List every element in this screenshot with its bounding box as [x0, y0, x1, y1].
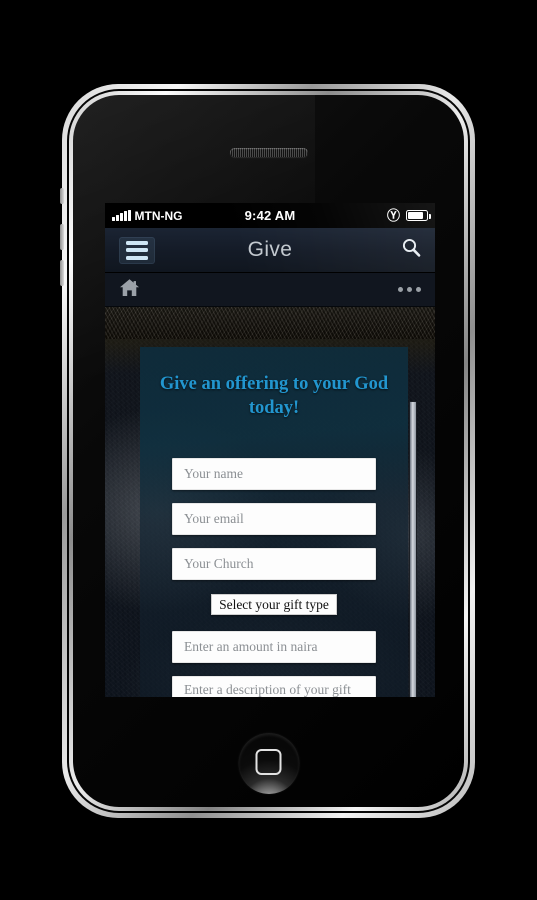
status-bar-right: Ⓨ: [270, 208, 431, 223]
silent-switch[interactable]: [60, 188, 64, 204]
give-form-card: Give an offering to your God today! Your…: [140, 347, 408, 697]
earpiece-speaker-icon: [229, 148, 308, 157]
amount-input[interactable]: Enter an amount in naira: [172, 631, 376, 664]
phone-screen: MTN-NG 9:42 AM Ⓨ Give Give an offering t…: [105, 203, 435, 697]
carrier-label: MTN-NG: [134, 208, 183, 223]
home-icon[interactable]: [119, 278, 140, 302]
vertical-scrollbar[interactable]: [409, 401, 417, 697]
form-heading: Give an offering to your God today!: [159, 374, 389, 418]
gift-type-select[interactable]: Select your gift type: [211, 594, 337, 616]
sub-toolbar: [105, 273, 435, 307]
more-options-icon[interactable]: [398, 287, 421, 292]
status-bar: MTN-NG 9:42 AM Ⓨ: [105, 203, 435, 228]
bluetooth-icon: Ⓨ: [386, 208, 400, 223]
battery-icon: [406, 210, 431, 221]
hamburger-menu-icon[interactable]: [119, 236, 155, 264]
description-textarea[interactable]: Enter a description of your gift here: [172, 676, 376, 697]
church-input[interactable]: Your Church: [172, 548, 376, 581]
gift-type-select-wrapper: Select your gift type: [140, 594, 408, 616]
volume-up-button[interactable]: [60, 224, 64, 250]
email-input[interactable]: Your email: [172, 503, 376, 536]
rock-background-top-band: [105, 307, 435, 339]
name-input[interactable]: Your name: [172, 458, 376, 491]
volume-down-button[interactable]: [60, 260, 64, 286]
home-button[interactable]: [238, 733, 299, 794]
home-button-square-icon: [255, 748, 282, 775]
search-icon[interactable]: [400, 237, 422, 264]
app-title-bar: Give: [105, 228, 435, 273]
content-area: Give an offering to your God today! Your…: [105, 307, 435, 697]
